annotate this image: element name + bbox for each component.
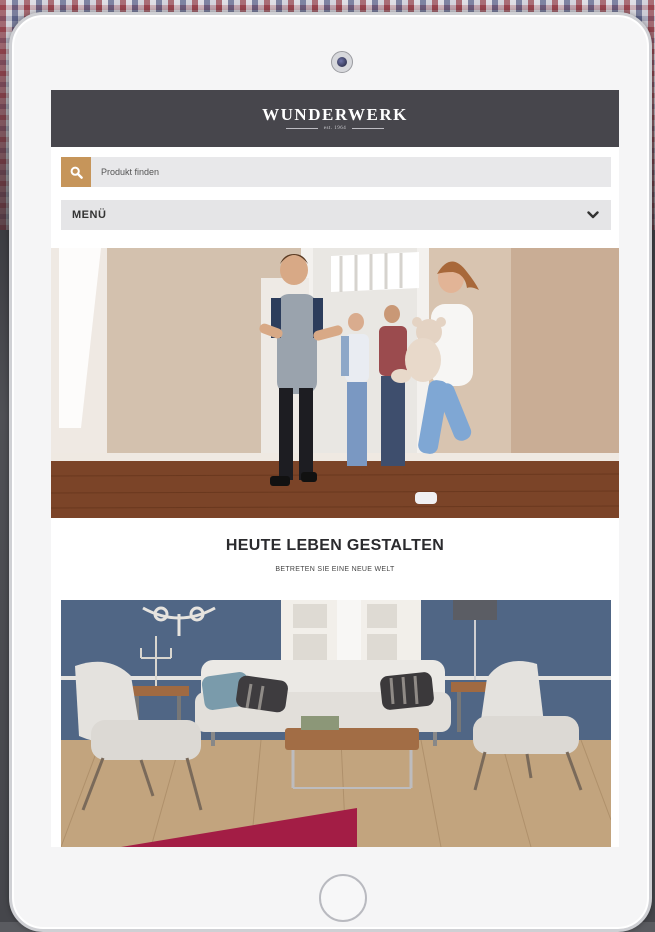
chevron-down-icon [587,211,599,219]
tagline-subtitle: BETRETEN SIE EINE NEUE WELT [275,566,395,573]
hero-photo-family [51,248,619,518]
search-button[interactable] [61,157,91,187]
home-button[interactable] [319,874,367,922]
feature-image [61,600,611,847]
menu-dropdown[interactable]: MENÜ [61,200,611,230]
logo-divider-left [285,128,318,129]
site-header: WUNDERWERK est. 1964 [51,90,619,147]
brand-logo-subline: est. 1964 [285,126,385,131]
brand-established: est. 1964 [323,126,347,131]
brand-logo[interactable]: WUNDERWERK [262,106,408,124]
front-camera [331,51,353,73]
search-bar [61,157,611,187]
tagline-title: HEUTE LEBEN GESTALTEN [225,537,445,554]
logo-divider-right [352,128,385,129]
menu-label: MENÜ [72,209,107,221]
living-room-photo [61,600,611,847]
hero-image [51,248,619,518]
search-icon [70,166,83,179]
tablet-screen: WUNDERWERK est. 1964 MENÜ [51,90,619,847]
search-input[interactable] [99,157,583,187]
